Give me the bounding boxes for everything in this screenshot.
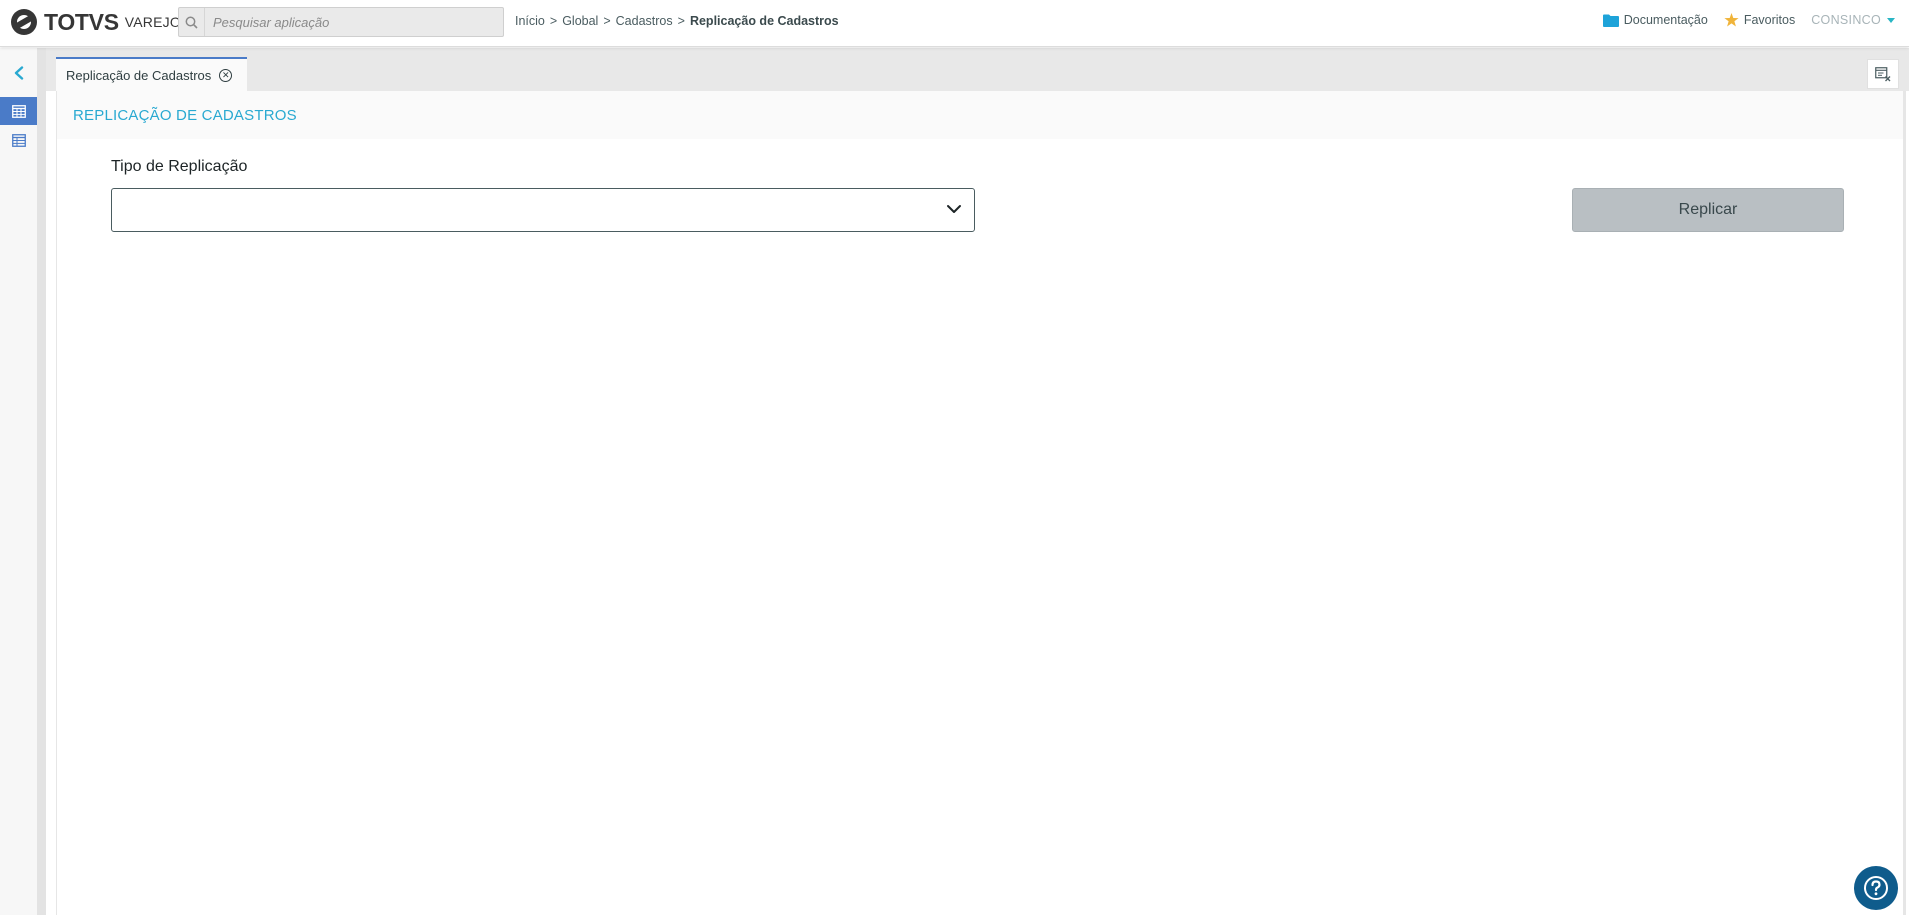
chevron-left-icon: [14, 66, 23, 80]
close-windows-icon: [1875, 66, 1891, 81]
page-title: REPLICAÇÃO DE CADASTROS: [73, 106, 297, 124]
tipo-replicacao-label: Tipo de Replicação: [111, 158, 248, 175]
main-content: REPLICAÇÃO DE CADASTROS Tipo de Replicaç…: [56, 91, 1906, 915]
breadcrumb-separator: >: [677, 14, 685, 28]
star-icon: [1724, 13, 1739, 27]
breadcrumb-separator: >: [549, 14, 558, 28]
totvs-logo[interactable]: TOTVS VAREJO: [10, 8, 181, 36]
page-header: REPLICAÇÃO DE CADASTROS: [57, 91, 1903, 139]
breadcrumb-separator: >: [603, 14, 611, 28]
logo-subtitle: VAREJO: [124, 14, 181, 30]
close-all-tabs-button[interactable]: [1867, 59, 1899, 89]
sidebar-collapse-button[interactable]: [0, 62, 37, 84]
documentation-link[interactable]: Documentação: [1602, 13, 1708, 27]
caret-down-icon: [1887, 17, 1895, 23]
sidebar-item-list[interactable]: [0, 126, 37, 154]
search-icon[interactable]: [179, 8, 205, 36]
sidebar: [0, 48, 46, 915]
question-mark-icon: [1864, 876, 1888, 900]
search-input[interactable]: [205, 8, 503, 36]
chevron-down-icon: [947, 205, 961, 213]
breadcrumb-inicio[interactable]: Início: [515, 14, 545, 28]
replicar-button[interactable]: Replicar: [1572, 188, 1844, 232]
top-header: TOTVS VAREJO Início > Global > Cadastros…: [0, 0, 1909, 47]
folder-icon: [1602, 14, 1619, 27]
breadcrumb-cadastros[interactable]: Cadastros: [616, 14, 673, 28]
favorites-label: Favoritos: [1743, 13, 1796, 27]
tab-replicacao-de-cadastros[interactable]: Replicação de Cadastros ✕: [56, 57, 247, 91]
close-tab-icon[interactable]: ✕: [219, 68, 233, 82]
header-actions: Documentação Favoritos CONSINCO: [1587, 13, 1895, 27]
tab-bar: Replicação de Cadastros ✕: [46, 48, 1909, 91]
favorites-link[interactable]: Favoritos: [1724, 13, 1795, 27]
list-grid-icon: [11, 133, 26, 147]
totvs-logo-icon: [11, 9, 37, 35]
tipo-replicacao-select[interactable]: [111, 188, 975, 232]
documentation-label: Documentação: [1623, 13, 1708, 27]
breadcrumb: Início > Global > Cadastros > Replicação…: [515, 14, 839, 28]
sidebar-item-calendar[interactable]: [0, 97, 37, 125]
search-box: [178, 7, 504, 37]
help-button[interactable]: [1854, 866, 1898, 910]
tab-label: Replicação de Cadastros: [66, 67, 212, 83]
user-menu[interactable]: CONSINCO: [1811, 13, 1895, 27]
calendar-grid-icon: [11, 104, 26, 118]
user-name: CONSINCO: [1811, 13, 1881, 27]
breadcrumb-global[interactable]: Global: [562, 14, 598, 28]
logo-text: TOTVS: [44, 8, 119, 35]
breadcrumb-current: Replicação de Cadastros: [689, 14, 839, 28]
